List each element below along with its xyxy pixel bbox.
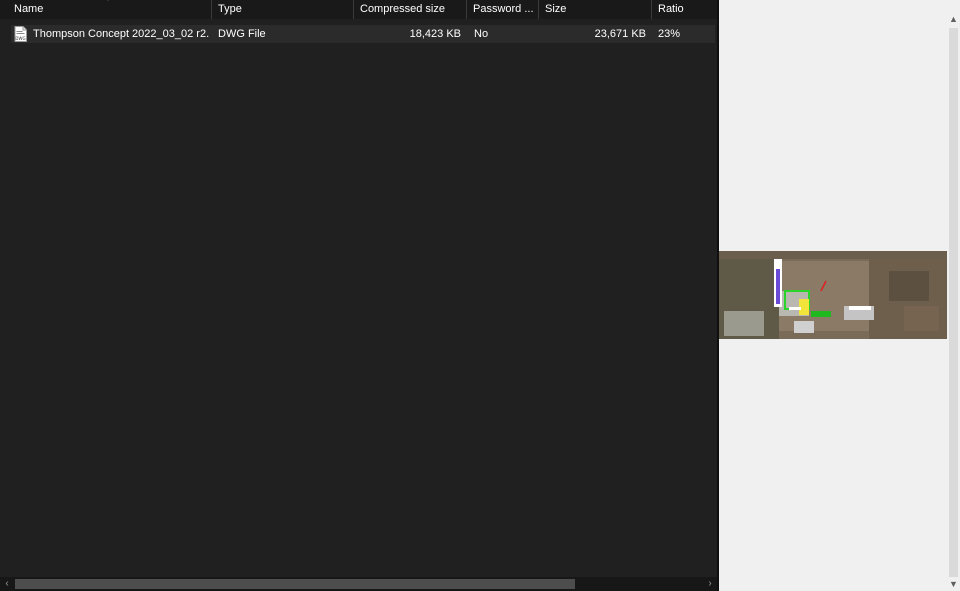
- app-window: ▿ Name Type Compressed size Password ...…: [0, 0, 960, 591]
- file-size: 23,671 KB: [594, 28, 646, 40]
- vertical-scrollbar-thumb[interactable]: [949, 28, 958, 577]
- scroll-up-icon[interactable]: ▲: [947, 13, 960, 26]
- scroll-down-icon[interactable]: ▼: [947, 578, 960, 591]
- column-header-password[interactable]: Password ...: [467, 0, 539, 19]
- preview-pane: [719, 0, 947, 591]
- file-type: DWG File: [218, 28, 266, 40]
- file-ratio: 23%: [658, 28, 681, 40]
- file-list-pane: ▿ Name Type Compressed size Password ...…: [0, 0, 717, 591]
- file-compressed-size: 18,423 KB: [409, 28, 461, 40]
- column-header-type[interactable]: Type: [212, 0, 354, 19]
- svg-text:DWG: DWG: [15, 36, 25, 41]
- horizontal-scrollbar[interactable]: ‹ ›: [0, 577, 717, 591]
- file-row[interactable]: DWG Thompson Concept 2022_03_02 r2.... D…: [11, 25, 715, 43]
- horizontal-scrollbar-thumb[interactable]: [15, 579, 575, 589]
- column-header-name[interactable]: Name: [8, 0, 212, 19]
- column-header-size[interactable]: Size: [539, 0, 652, 19]
- dwg-file-icon: DWG: [14, 26, 27, 42]
- scroll-left-icon[interactable]: ‹: [0, 577, 14, 591]
- file-name: Thompson Concept 2022_03_02 r2....: [33, 28, 209, 40]
- vertical-scrollbar[interactable]: ▲ ▼: [947, 0, 960, 591]
- column-header-row: ▿ Name Type Compressed size Password ...…: [0, 0, 717, 19]
- column-header-ratio[interactable]: Ratio: [652, 0, 717, 19]
- file-password: No: [474, 28, 489, 40]
- column-header-compressed-size[interactable]: Compressed size: [354, 0, 467, 19]
- scroll-right-icon[interactable]: ›: [703, 577, 717, 591]
- aerial-site-plan-thumbnail: [719, 251, 947, 339]
